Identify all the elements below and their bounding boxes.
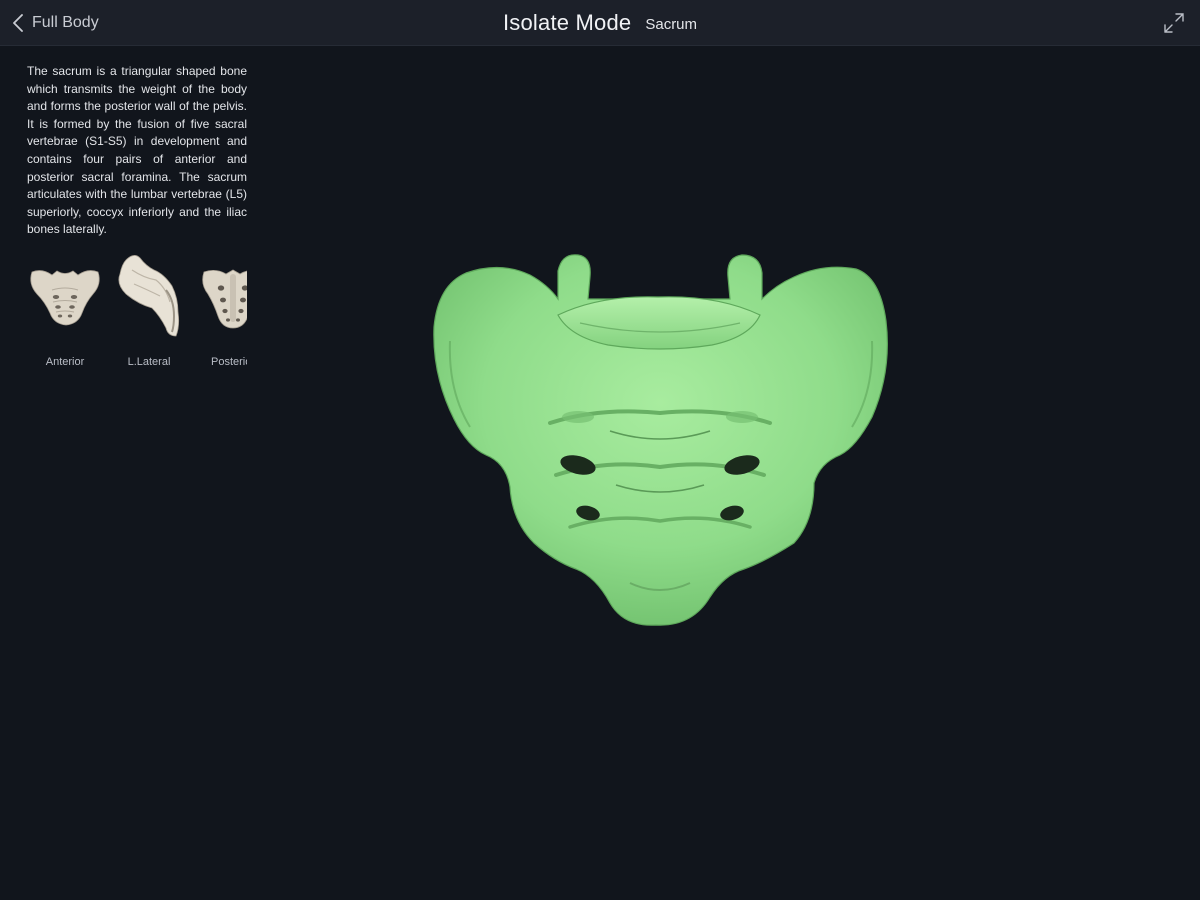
chevron-left-icon xyxy=(13,14,23,32)
expand-icon xyxy=(1164,13,1184,33)
back-button[interactable]: Full Body xyxy=(12,9,99,37)
3d-viewport[interactable] xyxy=(260,46,1200,900)
sacrum-lateral-thumbnail xyxy=(118,255,180,337)
sacrum-anterior-thumbnail xyxy=(30,270,100,326)
view-label-anterior: Anterior xyxy=(45,356,85,368)
view-thumbnail-posterior[interactable]: Posterior xyxy=(188,250,247,372)
sacrum-model[interactable] xyxy=(430,251,892,631)
back-button-label: Full Body xyxy=(32,14,99,31)
sacrum-posterior-thumbnail xyxy=(202,269,247,329)
view-thumbnail-anterior[interactable]: Anterior xyxy=(20,250,110,372)
top-bar: Full Body Isolate Mode Sacrum xyxy=(0,0,1200,46)
view-label-posterior: Posterior xyxy=(210,356,247,368)
view-thumbnail-left-lateral[interactable]: L.Lateral xyxy=(104,250,194,372)
page-title: Isolate Mode xyxy=(502,10,632,35)
structure-name: Sacrum xyxy=(645,16,698,33)
title-group: Isolate Mode Sacrum xyxy=(0,0,1200,46)
view-thumbnails: Anterior L.Lateral Posterior xyxy=(20,250,247,380)
view-label-left-lateral: L.Lateral xyxy=(127,356,171,368)
expand-button[interactable] xyxy=(1162,11,1186,35)
structure-description: The sacrum is a triangular shaped bone w… xyxy=(27,64,247,237)
